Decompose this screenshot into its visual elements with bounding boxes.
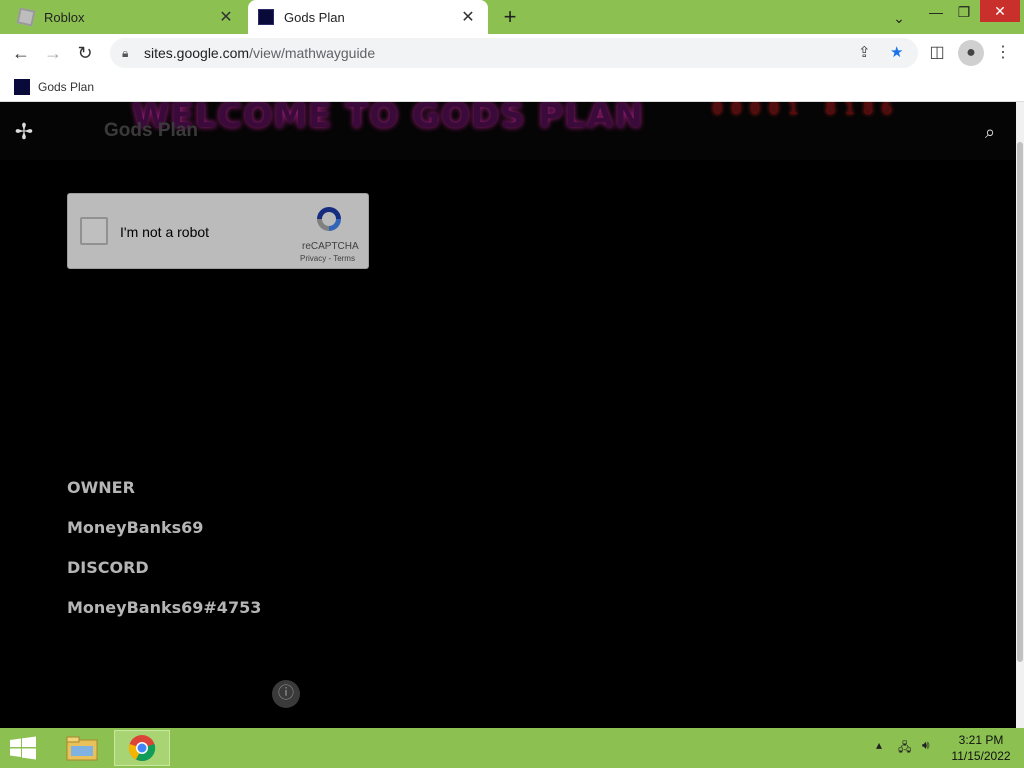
page-scrollbar[interactable] [1016, 102, 1024, 728]
clock-date: 11/15/2022 [951, 749, 1011, 763]
url-path: /view/mathwayguide [249, 45, 376, 61]
tray-overflow-chevron-icon[interactable]: ▴ [876, 738, 882, 752]
taskbar: ▴ 🖧︎ 🔊︎ 3:21 PM 11/15/2022 [0, 728, 1024, 768]
file-explorer-icon[interactable] [54, 730, 110, 766]
search-icon[interactable]: ⌕ [978, 120, 1002, 144]
recaptcha-brand: reCAPTCHA [302, 241, 359, 252]
volume-icon[interactable]: 🔊︎ [922, 738, 930, 753]
forward-button[interactable]: → [40, 40, 66, 66]
site-title[interactable]: Gods Plan [104, 120, 198, 142]
scrollbar-thumb[interactable] [1017, 142, 1023, 662]
address-bar[interactable]: 🔒︎ sites.google.com/view/mathwayguide [110, 38, 918, 68]
owner-name: MoneyBanks69 [67, 518, 204, 537]
menu-kebab-icon[interactable]: ⋮ [990, 40, 1016, 66]
gods-plan-favicon-icon [258, 9, 274, 25]
clock-time: 3:21 PM [958, 733, 1004, 747]
hamburger-menu-icon[interactable]: ✢ [12, 120, 36, 144]
window-close-button[interactable]: ✕ [980, 0, 1020, 22]
recaptcha-links[interactable]: Privacy - Terms [300, 254, 355, 263]
lock-icon[interactable]: 🔒︎ [122, 46, 136, 61]
banner-text: WELCOME TO GODS PLAN [132, 102, 644, 136]
owner-heading: OWNER [67, 478, 135, 497]
url-host: sites.google.com [144, 45, 250, 61]
windows-start-icon[interactable] [8, 736, 38, 760]
recaptcha-logo-icon [317, 207, 341, 231]
bookmark-gods-plan[interactable]: Gods Plan [38, 80, 94, 94]
tab-close-icon[interactable]: ✕ [216, 7, 236, 27]
recaptcha-checkbox[interactable] [80, 217, 108, 245]
chrome-taskbar-icon[interactable] [114, 730, 170, 766]
bookmark-star-icon[interactable]: ★ [890, 43, 903, 61]
discord-tag: MoneyBanks69#4753 [67, 598, 262, 617]
tab-close-icon[interactable]: ✕ [458, 7, 478, 27]
network-icon[interactable]: 🖧︎ [898, 738, 911, 759]
restore-button[interactable]: ❐ [952, 0, 976, 24]
minimize-button[interactable]: — [924, 0, 948, 24]
tab-strip: Roblox ✕ Gods Plan ✕ + ⌄ — ❐ ✕ [0, 0, 1024, 34]
reload-button[interactable]: ↻ [72, 40, 98, 66]
site-header: WELCOME TO GODS PLAN 00001 8186 ✢ Gods P… [0, 102, 1016, 160]
bookmarks-bar: Gods Plan [0, 72, 1024, 102]
tab-search-chevron-icon[interactable]: ⌄ [888, 6, 910, 30]
side-panel-icon[interactable]: ◫ [924, 40, 950, 66]
gods-plan-favicon-icon [14, 78, 30, 95]
page-content: WELCOME TO GODS PLAN 00001 8186 ✢ Gods P… [0, 102, 1016, 728]
system-clock[interactable]: 3:21 PM 11/15/2022 [946, 732, 1016, 764]
back-button[interactable]: ← [8, 40, 34, 66]
visitor-counter: 00001 8186 [712, 102, 901, 119]
tab-title: Gods Plan [284, 9, 345, 25]
tab-title: Roblox [44, 9, 85, 25]
browser-toolbar: ← → ↻ 🔒︎ sites.google.com/view/mathwaygu… [0, 34, 1024, 72]
tab-roblox[interactable]: Roblox ✕ [8, 0, 246, 34]
site-info-icon[interactable]: ⓘ [272, 680, 300, 708]
roblox-favicon-icon [16, 7, 36, 27]
profile-avatar[interactable]: ● [958, 40, 984, 66]
recaptcha-label: I'm not a robot [120, 224, 210, 240]
recaptcha-widget: I'm not a robot reCAPTCHA Privacy - Term… [67, 193, 369, 269]
tab-gods-plan[interactable]: Gods Plan ✕ [248, 0, 488, 34]
share-icon[interactable]: ⇪ [858, 43, 871, 61]
new-tab-button[interactable]: + [498, 4, 522, 30]
discord-heading: DISCORD [67, 558, 149, 577]
